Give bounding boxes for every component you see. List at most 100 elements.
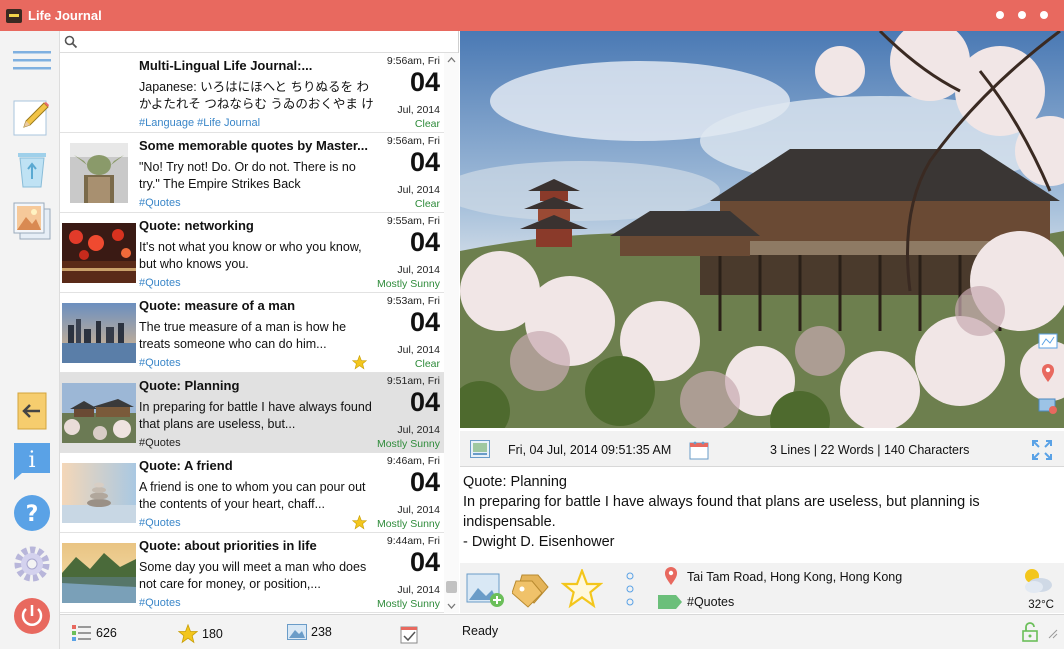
entry-tags[interactable]: #Quotes [139,277,181,289]
recycle-bin-icon [18,153,46,188]
recycle-bin-button[interactable] [12,149,52,189]
star-icon[interactable] [352,515,367,530]
chevron-down-icon[interactable] [447,603,456,609]
entry-preview: "No! Try not! Do. Or do not. There is no… [139,160,356,191]
status-bar: 626 180 238 Ready [60,614,1064,649]
entry-month: Jul, 2014 [397,584,440,596]
collapse-panel-button[interactable] [12,391,52,431]
photos-count[interactable]: 238 [287,624,332,640]
menu-dot-icon [1040,11,1048,19]
entry-weather: Mostly Sunny [376,598,440,610]
entry-tags[interactable]: #Quotes [139,437,181,449]
entry-thumbnail [62,383,136,443]
photos-count-value: 238 [311,625,332,639]
entry-tag-list[interactable]: #Quotes [687,595,734,609]
entries-count[interactable]: 626 [72,624,117,642]
entry-title: Quote: A friend [139,458,233,473]
entry-list-panel: Multi-Lingual Life Journal:... Japanese:… [60,31,459,613]
location-pin-icon[interactable] [1038,363,1058,383]
entry-title: Quote: measure of a man [139,298,296,313]
entry-photo[interactable] [460,31,1064,428]
entry-preview: The true measure of a man is how he trea… [139,320,347,351]
entry-thumbnail [62,143,136,203]
entry-details-icon[interactable] [470,440,490,458]
list-item[interactable]: Quote: Planning In preparing for battle … [60,373,444,453]
power-icon [14,598,50,634]
entry-thumbnail [62,463,136,523]
starred-count-value: 180 [202,627,223,641]
list-item[interactable]: Multi-Lingual Life Journal:... Japanese:… [60,53,444,133]
entries-list-icon [72,625,91,641]
photos-button[interactable] [12,201,52,241]
entry-weather: Clear [414,358,440,370]
entry-title: Quote: about priorities in life [139,538,317,553]
entry-tags[interactable]: #Quotes [139,357,181,369]
entry-tags[interactable]: #Quotes [139,517,181,529]
chevron-up-icon[interactable] [447,57,456,63]
weather-temperature: 32°C [1028,599,1054,611]
entry-tags[interactable]: #Quotes [139,197,181,209]
list-item[interactable]: Quote: about priorities in life Some day… [60,533,444,613]
new-entry-button[interactable] [12,97,52,137]
entry-location[interactable]: Tai Tam Road, Hong Kong, Hong Kong [687,570,902,584]
starred-count[interactable]: 180 [178,624,223,644]
entry-time: 9:51am, Fri [386,375,440,387]
location-pin-icon[interactable] [664,566,678,586]
search-input[interactable] [82,33,442,51]
gear-icon [14,546,50,582]
lock-icon[interactable] [1022,622,1038,642]
fullscreen-icon[interactable] [1032,440,1052,460]
entry-time: 9:46am, Fri [386,455,440,467]
calendar-icon[interactable] [689,440,709,460]
scrollbar-thumb[interactable] [446,581,457,593]
more-options-icon[interactable] [626,572,634,606]
settings-button[interactable] [12,544,52,584]
help-button[interactable]: ? [12,493,52,533]
map-icon[interactable] [1038,331,1058,351]
entry-time: 9:56am, Fri [386,135,440,147]
search-icon [64,35,78,49]
resize-grip-icon[interactable] [1048,629,1058,639]
entry-preview: Japanese: いろはにほへと ちりぬるを わかよたれそ つねならむ うゐの… [139,80,374,111]
editor-line: - Dwight D. Eisenhower [463,534,615,550]
star-icon [178,624,198,644]
checklist-icon [400,626,418,644]
list-item[interactable]: Some memorable quotes by Master... "No! … [60,133,444,213]
menu-button[interactable] [12,41,52,81]
sidebar: i ? [0,31,60,649]
add-photo-icon[interactable] [466,572,506,608]
entry-datetime: Fri, 04 Jul, 2014 09:51:35 AM [508,443,672,457]
editor-line: Quote: Planning [463,474,567,490]
power-button[interactable] [12,596,52,636]
list-item[interactable]: Quote: networking It's not what you know… [60,213,444,293]
entry-preview: It's not what you know or who you know, … [139,240,362,271]
photo-settings-icon[interactable] [1038,395,1058,415]
entry-tags[interactable]: #Language #Life Journal [139,117,260,129]
entry-month: Jul, 2014 [397,424,440,436]
entry-month: Jul, 2014 [397,184,440,196]
list-item[interactable]: Quote: measure of a man The true measure… [60,293,444,373]
list-scrollbar[interactable] [444,53,459,613]
info-icon: i [14,443,50,480]
tasks-button[interactable] [400,624,420,644]
photo-icon [287,624,307,640]
entry-month: Jul, 2014 [397,264,440,276]
app-title: Life Journal [28,8,102,23]
entry-thumbnail [62,223,136,283]
entry-editor[interactable]: Quote: Planning In preparing for battle … [460,468,1064,563]
title-bar: Life Journal [0,0,1064,31]
search-bar [60,31,458,53]
entry-tags[interactable]: #Quotes [139,597,181,609]
list-item[interactable]: Quote: A friend A friend is one to whom … [60,453,444,533]
tags-icon[interactable] [512,569,554,609]
entries-count-value: 626 [96,626,117,640]
entry-weather: Mostly Sunny [376,278,440,290]
star-icon[interactable] [352,355,367,370]
window-menu-button[interactable] [996,11,1048,19]
star-outline-icon[interactable] [561,569,603,609]
entry-title: Some memorable quotes by Master... [139,138,369,153]
info-button[interactable]: i [12,441,52,481]
entry-month: Jul, 2014 [397,344,440,356]
entry-weather: Mostly Sunny [376,438,440,450]
app-logo-icon [6,8,22,23]
